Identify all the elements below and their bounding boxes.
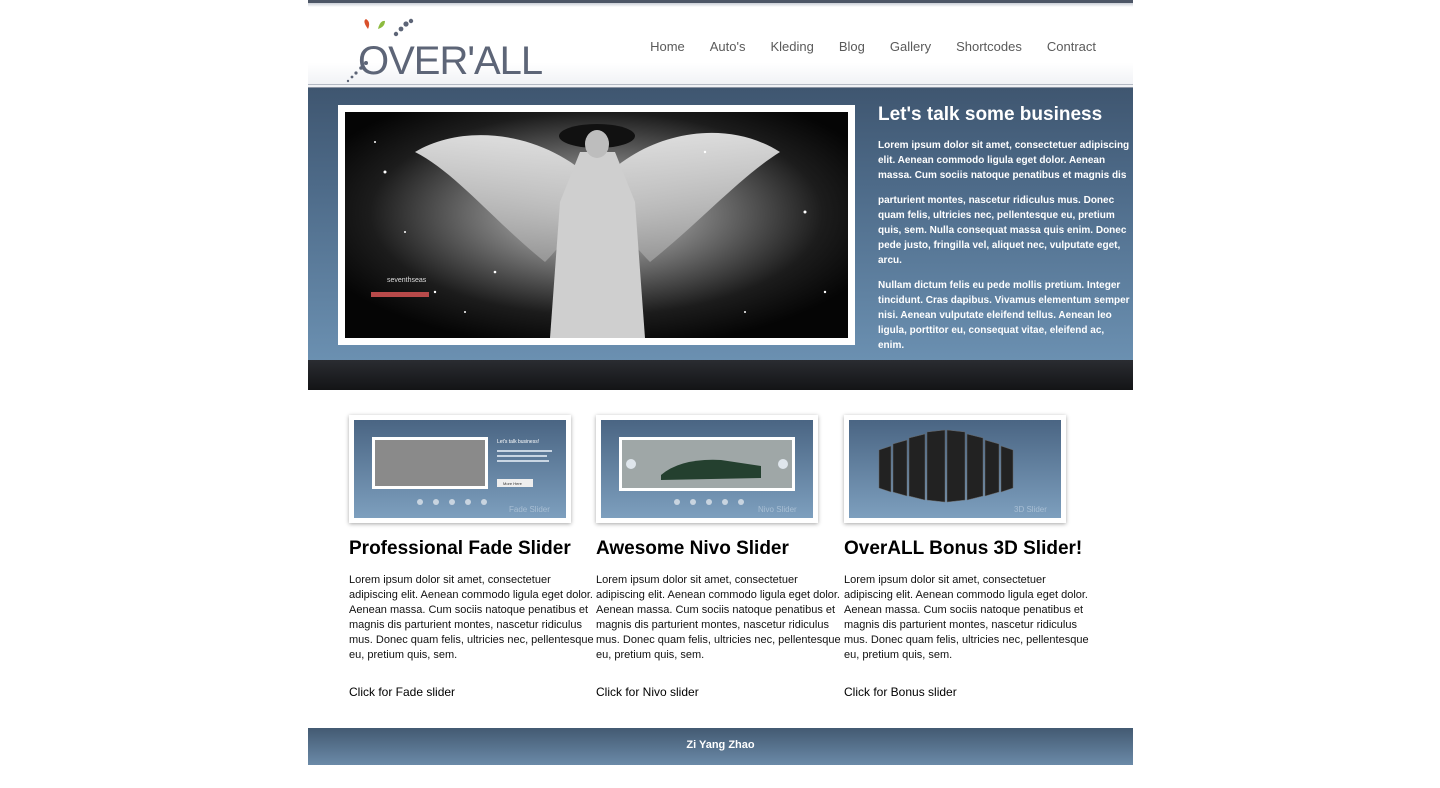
- nav-blog[interactable]: Blog: [839, 38, 865, 56]
- svg-text:3D Slider: 3D Slider: [1014, 505, 1047, 514]
- feature-thumbnail[interactable]: Nivo Slider: [596, 415, 818, 523]
- nav-shortcodes[interactable]: Shortcodes: [956, 38, 1022, 56]
- fade-slider-thumbnail-image: Let's talk business! More Here Fade Slid…: [354, 420, 566, 518]
- logo-leaf-icon-2: [378, 20, 385, 29]
- feature-link[interactable]: Click for Bonus slider: [844, 685, 957, 699]
- hero-image-frame: seventhseas: [338, 105, 855, 345]
- hero-photo-watermark: seventhseas: [387, 277, 427, 284]
- svg-text:Nivo Slider: Nivo Slider: [758, 505, 797, 514]
- feature-3d-slider: 3D Slider OverALL Bonus 3D Slider! Lorem…: [844, 415, 1089, 699]
- page: OVER'ALL Home Auto's Kleding Blog Galler…: [308, 0, 1133, 765]
- feature-thumbnail[interactable]: 3D Slider: [844, 415, 1066, 523]
- feature-title: Awesome Nivo Slider: [596, 538, 789, 559]
- hero-paragraph: Lorem ipsum dolor sit amet, consectetuer…: [878, 140, 1130, 181]
- nivo-slider-thumbnail-image: Nivo Slider: [601, 420, 813, 518]
- nav-gallery[interactable]: Gallery: [890, 38, 931, 56]
- feature-title: Professional Fade Slider: [349, 538, 571, 559]
- hero-paragraph: parturient montes, nascetur ridiculus mu…: [878, 195, 1127, 266]
- feature-title: OverALL Bonus 3D Slider!: [844, 538, 1083, 559]
- feature-text: Lorem ipsum dolor sit amet, consectetuer…: [596, 574, 841, 661]
- logo-leaf-icon: [364, 19, 370, 29]
- feature-nivo-slider: Nivo Slider Awesome Nivo Slider Lorem ip…: [596, 415, 841, 699]
- svg-text:Fade Slider: Fade Slider: [509, 505, 550, 514]
- header-top-rule: [308, 3, 1133, 7]
- nav-kleding[interactable]: Kleding: [771, 38, 814, 56]
- feature-text: Lorem ipsum dolor sit amet, consectetuer…: [844, 574, 1089, 661]
- hero-text: Lorem ipsum dolor sit amet, consectetuer…: [878, 138, 1130, 363]
- footer-author: Zi Yang Zhao: [686, 739, 755, 751]
- svg-text:Let's talk business!: Let's talk business!: [497, 439, 539, 445]
- site-logo[interactable]: OVER'ALL: [344, 17, 549, 83]
- svg-text:More Here: More Here: [503, 481, 523, 486]
- 3d-slider-thumbnail-image: 3D Slider: [849, 420, 1061, 518]
- feature-fade-slider: Let's talk business! More Here Fade Slid…: [349, 415, 594, 699]
- hero-paragraph: Nullam dictum felis eu pede mollis preti…: [878, 280, 1130, 351]
- feature-text: Lorem ipsum dolor sit amet, consectetuer…: [349, 574, 594, 661]
- site-header: OVER'ALL Home Auto's Kleding Blog Galler…: [308, 0, 1133, 88]
- nav-autos[interactable]: Auto's: [710, 38, 746, 56]
- nav-home[interactable]: Home: [650, 38, 685, 56]
- feature-thumbnail[interactable]: Let's talk business! More Here Fade Slid…: [349, 415, 571, 523]
- hero-angel-image: seventhseas: [345, 112, 848, 338]
- feature-link[interactable]: Click for Fade slider: [349, 685, 455, 699]
- main-nav: Home Auto's Kleding Blog Gallery Shortco…: [625, 38, 1096, 56]
- hero-banner: seventhseas Let's talk some business Lor…: [308, 88, 1133, 360]
- hero-title: Let's talk some business: [878, 104, 1103, 125]
- hero-bottom-bar: [308, 360, 1133, 390]
- site-footer: Zi Yang Zhao: [308, 728, 1133, 765]
- nav-contract[interactable]: Contract: [1047, 38, 1096, 56]
- logo-text: OVER'ALL: [358, 39, 542, 83]
- feature-link[interactable]: Click for Nivo slider: [596, 685, 699, 699]
